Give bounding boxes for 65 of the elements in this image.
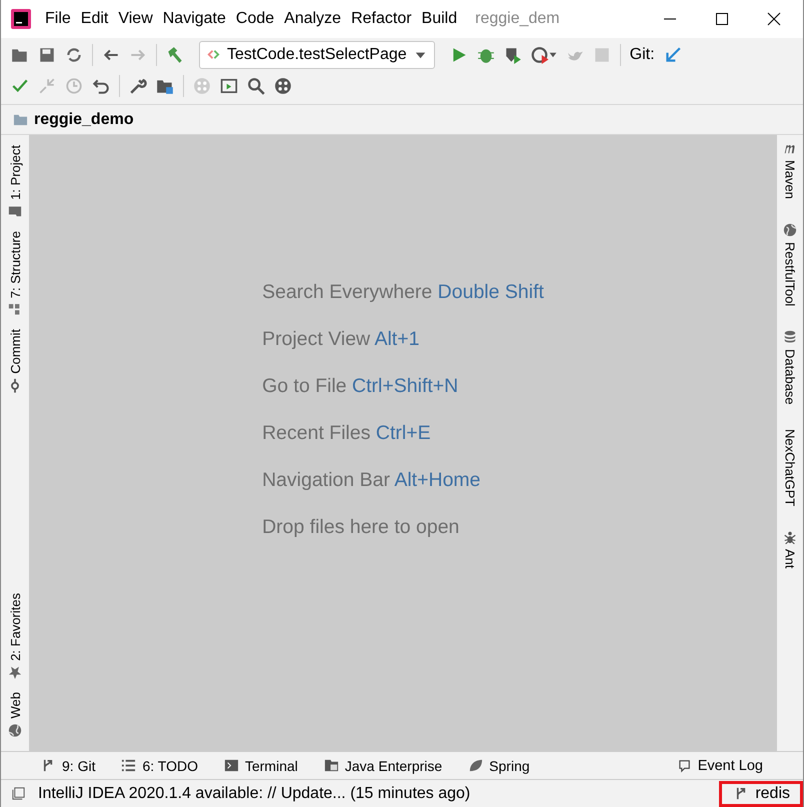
welcome-hint: Drop files here to open [262,516,460,539]
welcome-hint: Search Everywhere Double Shift [262,281,544,304]
commit-icon [8,378,22,393]
leaf-icon [468,758,484,773]
tool-window-tab[interactable]: Maven [782,135,798,206]
folder-icon [8,204,22,219]
list-icon [121,758,136,773]
wrench-icon[interactable] [129,76,147,94]
tool-window-tab[interactable]: Web [8,686,22,743]
welcome-hint: Project View Alt+1 [262,328,420,351]
tool-window-tab[interactable]: Terminal [224,758,298,774]
ant-icon [783,530,797,544]
tool-window-tab[interactable]: 7: Structure [8,224,22,324]
profiler-icon[interactable] [530,46,557,64]
app-logo-icon [11,9,31,29]
tool-window-tab[interactable]: Spring [468,758,530,774]
layout-toggle-icon[interactable] [11,786,26,801]
project-folder-icon [13,112,28,127]
speech-bubble-icon [676,758,692,773]
tool-window-tab[interactable]: 9: Git [41,758,96,774]
menu-item[interactable]: Build [422,10,458,28]
tool-window-tab[interactable]: Java Enterprise [324,758,442,774]
tool-window-tab[interactable]: 2: Favorites [8,586,22,686]
plugin-circle-icon[interactable] [274,76,292,94]
update-arrow-icon[interactable] [664,46,682,64]
project-breadcrumb[interactable]: reggie_demo [34,110,134,128]
hammer-icon[interactable] [166,46,184,64]
structure-icon [8,303,22,318]
menu-item[interactable]: Navigate [162,10,226,28]
star-icon [8,666,22,680]
code-brackets-icon [206,47,221,62]
window-title: reggie_dem [475,10,560,28]
tool-window-tab[interactable]: 1: Project [8,139,22,225]
close-icon[interactable] [767,12,781,26]
terminal-icon [224,758,239,773]
console-icon[interactable] [220,76,238,94]
menu-item[interactable]: Code [236,10,274,28]
folder-icon [324,758,339,773]
database-icon [783,330,797,344]
menu-item[interactable]: File [45,10,71,28]
menu-item[interactable]: View [118,10,153,28]
status-message[interactable]: IntelliJ IDEA 2020.1.4 available: // Update... (15 minutes ago) [38,784,470,802]
welcome-hint: Go to File Ctrl+Shift+N [262,375,460,398]
globe-icon [8,723,22,737]
globe-icon [783,223,797,238]
git-branch-widget[interactable]: redis [719,780,803,806]
sync-icon[interactable] [65,46,83,64]
event-log-tab[interactable]: Event Log [676,758,763,774]
maximize-icon[interactable] [715,12,729,26]
tool-window-tab[interactable]: Commit [8,323,22,399]
tool-window-tab[interactable]: 6: TODO [121,758,198,774]
save-icon[interactable] [38,46,56,64]
tool-window-tab[interactable]: Database [782,324,798,411]
tool-window-tab[interactable]: Ant [782,524,798,575]
menu-item[interactable]: Edit [80,10,108,28]
shield-run-icon[interactable] [504,46,522,64]
tool-window-tab[interactable]: RestfulTool [782,217,798,312]
menu-item[interactable]: Refactor [351,10,412,28]
tool-window-tab[interactable]: NexChatGPT [782,423,798,512]
search-icon[interactable] [247,76,265,94]
run-configuration-dropdown[interactable]: TestCode.testSelectPage [199,40,435,68]
menu-item[interactable]: Analyze [284,10,342,28]
welcome-hint: Navigation Bar Alt+Home [262,469,482,492]
git-label: Git: [630,46,655,64]
welcome-hint: Recent Files Ctrl+E [262,422,432,445]
